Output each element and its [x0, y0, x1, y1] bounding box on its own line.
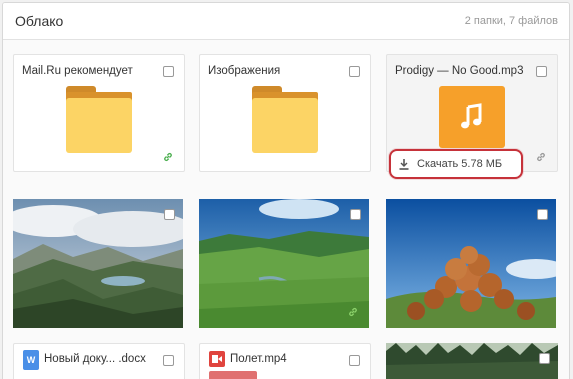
folder-icon — [66, 86, 132, 153]
folder-name: Mail.Ru рекомендует — [22, 65, 133, 77]
folder-card-mailru[interactable]: Mail.Ru рекомендует — [13, 54, 185, 172]
download-button[interactable]: Скачать 5.78 МБ — [389, 149, 523, 179]
link-icon[interactable] — [347, 306, 359, 318]
link-icon[interactable] — [535, 151, 547, 163]
select-checkbox[interactable] — [350, 209, 361, 220]
select-checkbox[interactable] — [163, 66, 174, 77]
link-icon[interactable] — [162, 151, 174, 163]
folder-name: Изображения — [208, 65, 281, 77]
download-label: Скачать 5.78 МБ — [417, 158, 503, 170]
audio-file-card[interactable]: Prodigy — No Good.mp3 Скачать 5.78 МБ — [386, 54, 558, 179]
word-doc-icon: W — [23, 350, 39, 370]
file-name: Новый доку... .docx — [44, 353, 146, 365]
select-checkbox[interactable] — [536, 66, 547, 77]
document-file-card[interactable]: W Новый доку... .docx — [13, 343, 185, 379]
file-name: Prodigy — No Good.mp3 — [395, 65, 524, 77]
image-thumbnail[interactable] — [199, 199, 369, 328]
video-icon — [209, 351, 225, 367]
folder-card-images[interactable]: Изображения — [199, 54, 371, 172]
folder-icon — [252, 86, 318, 153]
page-title: Облако — [15, 13, 64, 29]
select-checkbox[interactable] — [537, 209, 548, 220]
header: Облако 2 папки, 7 файлов — [3, 3, 569, 40]
file-name: Полет.mp4 — [230, 353, 287, 365]
select-checkbox[interactable] — [164, 209, 175, 220]
select-checkbox[interactable] — [163, 355, 174, 366]
select-checkbox[interactable] — [539, 353, 550, 364]
video-preview-strip — [209, 371, 257, 379]
image-thumbnail[interactable] — [386, 343, 558, 379]
items-count: 2 папки, 7 файлов — [464, 15, 558, 27]
image-thumbnail[interactable] — [13, 199, 183, 328]
download-icon — [399, 159, 409, 170]
music-note-icon — [439, 86, 505, 148]
video-file-card[interactable]: Полет.mp4 — [199, 343, 371, 379]
image-thumbnail[interactable] — [386, 199, 556, 328]
select-checkbox[interactable] — [349, 66, 360, 77]
select-checkbox[interactable] — [349, 355, 360, 366]
